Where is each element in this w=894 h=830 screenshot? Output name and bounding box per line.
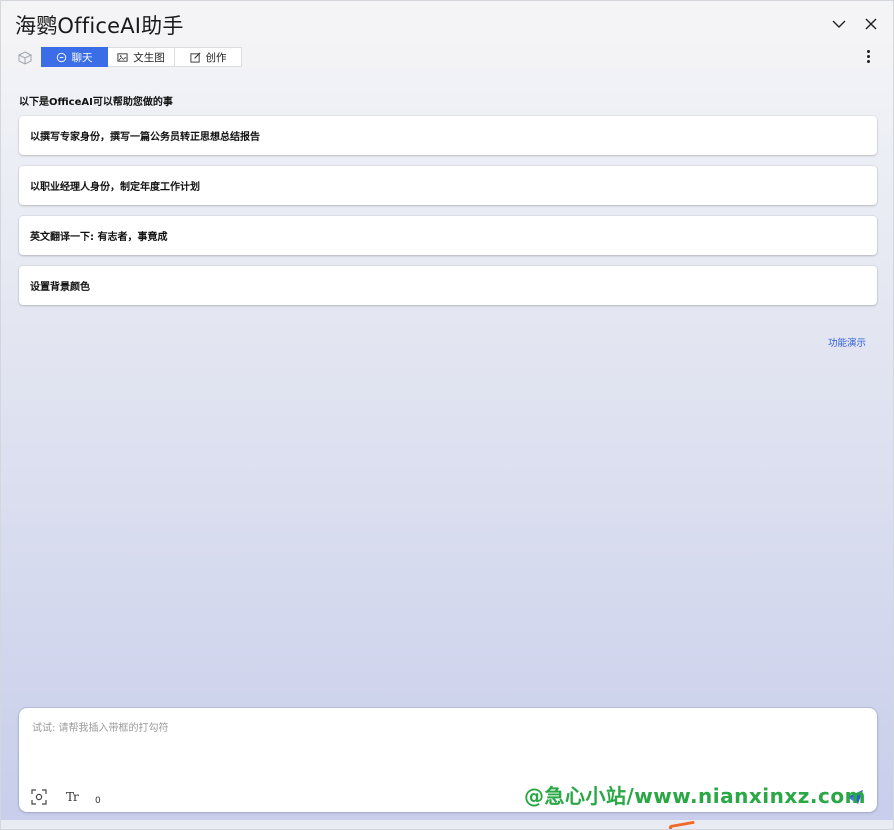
officeai-assistant-window: 海鹦OfficeAI助手 聊天 文生图 创作 以下是OfficeAI可以帮助您做…: [0, 0, 894, 830]
font-size-button[interactable]: Tr: [66, 790, 79, 804]
more-menu-button[interactable]: [863, 47, 873, 65]
tab-label: 文生图: [133, 51, 165, 64]
watermark-text: @急心小站/www.nianxinxz.com: [524, 784, 866, 808]
bottom-strip: [1, 820, 893, 829]
tab-label: 创作: [205, 51, 227, 64]
tab-create[interactable]: 创作: [175, 47, 242, 67]
char-count: 0: [95, 796, 101, 806]
tab-label: 聊天: [71, 51, 93, 64]
toolbar: 聊天 文生图 创作: [1, 45, 893, 69]
screenshot-icon[interactable]: [30, 788, 48, 806]
suggestion-card[interactable]: 设置背景颜色: [19, 266, 877, 305]
suggestion-text: 设置背景颜色: [30, 282, 90, 293]
chat-icon: [56, 52, 66, 62]
cube-icon[interactable]: [17, 50, 33, 66]
tab-chat[interactable]: 聊天: [41, 47, 108, 67]
tab-bar: 聊天 文生图 创作: [41, 47, 242, 67]
demo-link[interactable]: 功能演示: [828, 335, 866, 349]
suggestion-text: 以职业经理人身份，制定年度工作计划: [30, 182, 200, 193]
tab-text-to-image[interactable]: 文生图: [108, 47, 175, 67]
collapse-button[interactable]: [830, 15, 848, 33]
close-icon: [865, 18, 877, 30]
more-icon: [866, 49, 870, 53]
image-icon: [117, 52, 128, 62]
chat-input[interactable]: [32, 719, 852, 779]
suggestion-card[interactable]: 英文翻译一下: 有志者，事竟成: [19, 216, 877, 255]
app-title: 海鹦OfficeAI助手: [15, 14, 184, 38]
title-bar: 海鹦OfficeAI助手: [1, 1, 893, 45]
suggestion-card[interactable]: 以职业经理人身份，制定年度工作计划: [19, 166, 877, 205]
suggestion-text: 英文翻译一下: 有志者，事竟成: [30, 232, 168, 243]
suggestion-text: 以撰写专家身份，撰写一篇公务员转正思想总结报告: [30, 132, 260, 143]
close-button[interactable]: [862, 15, 880, 33]
intro-heading: 以下是OfficeAI可以帮助您做的事: [19, 97, 173, 108]
suggestion-card[interactable]: 以撰写专家身份，撰写一篇公务员转正思想总结报告: [19, 116, 877, 155]
chevron-down-icon: [832, 20, 846, 28]
edit-icon: [189, 52, 200, 63]
